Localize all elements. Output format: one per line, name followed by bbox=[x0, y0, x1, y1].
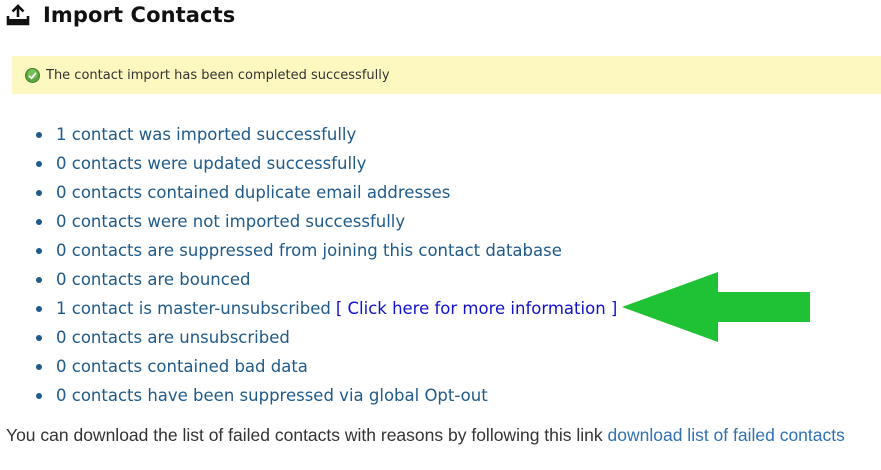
result-updated: 0 contacts were updated successfully bbox=[0, 149, 881, 178]
result-text: 1 contact was imported successfully bbox=[56, 125, 357, 144]
result-text: 0 contacts contained duplicate email add… bbox=[56, 183, 451, 202]
result-global-opt-out: 0 contacts have been suppressed via glob… bbox=[0, 381, 881, 410]
upload-tray-icon bbox=[6, 4, 30, 26]
bullet bbox=[36, 248, 42, 254]
footer-text: You can download the list of failed cont… bbox=[6, 425, 603, 445]
page-header: Import Contacts bbox=[6, 0, 235, 30]
result-imported: 1 contact was imported successfully bbox=[0, 120, 881, 149]
download-failed-contacts-link[interactable]: download list of failed contacts bbox=[608, 425, 845, 445]
success-alert: The contact import has been completed su… bbox=[12, 56, 881, 94]
result-text: 1 contact is master-unsubscribed bbox=[56, 299, 331, 318]
result-text: 0 contacts are bounced bbox=[56, 270, 251, 289]
bullet bbox=[36, 393, 42, 399]
result-not-imported: 0 contacts were not imported successfull… bbox=[0, 207, 881, 236]
result-text: 0 contacts were updated successfully bbox=[56, 154, 367, 173]
result-text: 0 contacts contained bad data bbox=[56, 357, 308, 376]
result-suppressed: 0 contacts are suppressed from joining t… bbox=[0, 236, 881, 265]
result-text: 0 contacts are suppressed from joining t… bbox=[56, 241, 562, 260]
result-text: 0 contacts were not imported successfull… bbox=[56, 212, 406, 231]
bullet bbox=[36, 132, 42, 138]
bullet bbox=[36, 306, 42, 312]
check-circle-icon bbox=[25, 67, 40, 83]
result-text: 0 contacts are unsubscribed bbox=[56, 328, 290, 347]
bullet bbox=[36, 364, 42, 370]
bullet bbox=[36, 161, 42, 167]
more-information-link[interactable]: [ Click here for more information ] bbox=[336, 299, 618, 318]
download-footer: You can download the list of failed cont… bbox=[6, 425, 845, 446]
alert-message: The contact import has been completed su… bbox=[46, 67, 390, 83]
bullet bbox=[36, 277, 42, 283]
result-text: 0 contacts have been suppressed via glob… bbox=[56, 386, 488, 405]
result-bad-data: 0 contacts contained bad data bbox=[0, 352, 881, 381]
page-title: Import Contacts bbox=[43, 3, 236, 27]
green-arrow-icon bbox=[620, 270, 812, 344]
bullet bbox=[36, 219, 42, 225]
bullet bbox=[36, 190, 42, 196]
result-duplicates: 0 contacts contained duplicate email add… bbox=[0, 178, 881, 207]
bullet bbox=[36, 335, 42, 341]
import-results-list: 1 contact was imported successfully 0 co… bbox=[0, 120, 881, 410]
